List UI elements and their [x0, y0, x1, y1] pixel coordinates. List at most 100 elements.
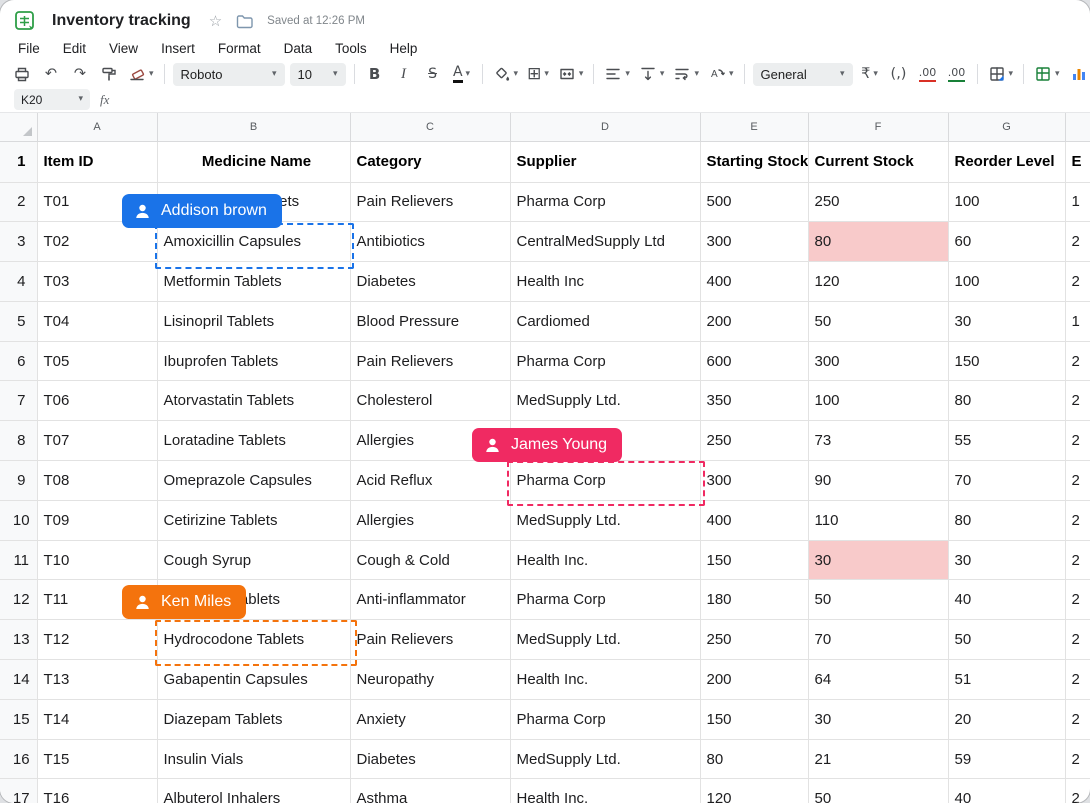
cell[interactable]: 120	[700, 779, 808, 803]
row-number[interactable]: 10	[0, 500, 37, 540]
cell[interactable]: 51	[948, 660, 1065, 700]
cell[interactable]: Pharma Corp	[510, 341, 700, 381]
header-cell[interactable]: Category	[350, 141, 510, 182]
cell[interactable]: 2	[1065, 739, 1090, 779]
cell[interactable]: 30	[948, 540, 1065, 580]
cell[interactable]: 350	[700, 381, 808, 421]
redo-button[interactable]: ↷	[68, 62, 92, 86]
cell[interactable]: MedSupply Ltd.	[510, 739, 700, 779]
cell[interactable]: Gabapentin Capsules	[157, 660, 350, 700]
row-number[interactable]: 5	[0, 301, 37, 341]
cell[interactable]: 80	[948, 381, 1065, 421]
conditional-formatting-button[interactable]: ▾	[986, 62, 1016, 86]
number-format-select[interactable]: General▾	[753, 63, 853, 86]
cell[interactable]: 2	[1065, 779, 1090, 803]
cell[interactable]: 2	[1065, 500, 1090, 540]
cell[interactable]: Naproxen Tablets	[157, 580, 350, 620]
text-wrap-button[interactable]: ▾	[671, 62, 701, 86]
paint-format-button[interactable]	[97, 62, 121, 86]
cell[interactable]: Allergies	[350, 421, 510, 461]
cell[interactable]: 2	[1065, 421, 1090, 461]
row-number[interactable]: 6	[0, 341, 37, 381]
cell[interactable]: 1	[1065, 182, 1090, 222]
cell[interactable]: Insulin Vials	[157, 739, 350, 779]
vertical-align-button[interactable]: ▾	[637, 62, 667, 86]
cell[interactable]: 40	[948, 580, 1065, 620]
column-header-F[interactable]: F	[808, 113, 948, 141]
insert-table-button[interactable]: ▾	[1032, 62, 1062, 86]
column-header-E[interactable]: E	[700, 113, 808, 141]
cell[interactable]: 50	[808, 301, 948, 341]
menu-insert[interactable]: Insert	[161, 41, 208, 56]
cell[interactable]: 50	[808, 779, 948, 803]
cell[interactable]: 1	[1065, 301, 1090, 341]
cell[interactable]: T13	[37, 660, 157, 700]
cell[interactable]: 2	[1065, 620, 1090, 660]
cell[interactable]: 55	[948, 421, 1065, 461]
cell[interactable]: 80	[700, 739, 808, 779]
formula-input[interactable]	[119, 87, 1090, 112]
eraser-button[interactable]: ▾	[126, 62, 156, 86]
row-number[interactable]: 9	[0, 461, 37, 501]
cell[interactable]: T02	[37, 222, 157, 262]
cell[interactable]: 300	[700, 222, 808, 262]
cell[interactable]: 30	[808, 540, 948, 580]
row-number[interactable]: 13	[0, 620, 37, 660]
currency-rupee-button[interactable]: ₹▾	[858, 62, 882, 86]
cell[interactable]: 64	[808, 660, 948, 700]
text-rotation-button[interactable]: A▾	[706, 62, 736, 86]
star-icon[interactable]: ☆	[209, 12, 222, 30]
cell[interactable]: 400	[700, 262, 808, 302]
cell[interactable]: Loratadine Tablets	[157, 421, 350, 461]
fill-color-button[interactable]: ▾	[491, 62, 521, 86]
cell[interactable]: T11	[37, 580, 157, 620]
cell[interactable]: T05	[37, 341, 157, 381]
cell[interactable]: 500	[700, 182, 808, 222]
cell[interactable]: Pain Relievers	[350, 341, 510, 381]
column-header-B[interactable]: B	[157, 113, 350, 141]
header-cell[interactable]: E	[1065, 141, 1090, 182]
font-size-select[interactable]: 10▾	[290, 63, 346, 86]
cell[interactable]: MedSupply Ltd.	[510, 620, 700, 660]
cell[interactable]: 2	[1065, 461, 1090, 501]
cell[interactable]: 120	[808, 262, 948, 302]
cell[interactable]: 50	[808, 580, 948, 620]
cell[interactable]: Asthma	[350, 779, 510, 803]
cell[interactable]: Cough & Cold	[350, 540, 510, 580]
menu-tools[interactable]: Tools	[335, 41, 380, 56]
cell[interactable]: 150	[948, 341, 1065, 381]
row-number[interactable]: 14	[0, 660, 37, 700]
cell[interactable]: T01	[37, 182, 157, 222]
strikethrough-button[interactable]: S	[421, 62, 445, 86]
cell[interactable]: 100	[808, 381, 948, 421]
cell[interactable]: T10	[37, 540, 157, 580]
row-number[interactable]: 12	[0, 580, 37, 620]
cell[interactable]: 30	[948, 301, 1065, 341]
column-header-C[interactable]: C	[350, 113, 510, 141]
cell[interactable]: 2	[1065, 660, 1090, 700]
header-cell[interactable]: Medicine Name	[157, 141, 350, 182]
cell[interactable]: 250	[700, 421, 808, 461]
cell[interactable]: Health Inc.	[510, 660, 700, 700]
cell[interactable]: MedSupply Ltd.	[510, 500, 700, 540]
cell[interactable]: 250	[808, 182, 948, 222]
cell[interactable]: Pharma Corp	[510, 580, 700, 620]
cell[interactable]: Hydrocodone Tablets	[157, 620, 350, 660]
cell[interactable]: Pharma Corp	[510, 699, 700, 739]
cell[interactable]: 2	[1065, 341, 1090, 381]
row-number[interactable]: 16	[0, 739, 37, 779]
cell[interactable]: 2	[1065, 222, 1090, 262]
increase-decimal-button[interactable]: .00	[945, 62, 969, 86]
cell[interactable]: Amoxicillin Capsules	[157, 222, 350, 262]
row-number[interactable]: 7	[0, 381, 37, 421]
cell[interactable]: 300	[808, 341, 948, 381]
merge-cells-button[interactable]: ▾	[556, 62, 586, 86]
cell[interactable]: Diabetes	[350, 739, 510, 779]
cell[interactable]: T15	[37, 739, 157, 779]
cell[interactable]: 73	[808, 421, 948, 461]
cell[interactable]: 50	[948, 620, 1065, 660]
cell[interactable]: 2	[1065, 262, 1090, 302]
cell[interactable]: 100	[948, 262, 1065, 302]
insert-chart-button[interactable]	[1067, 62, 1090, 86]
column-header-clipped[interactable]	[1065, 113, 1090, 141]
